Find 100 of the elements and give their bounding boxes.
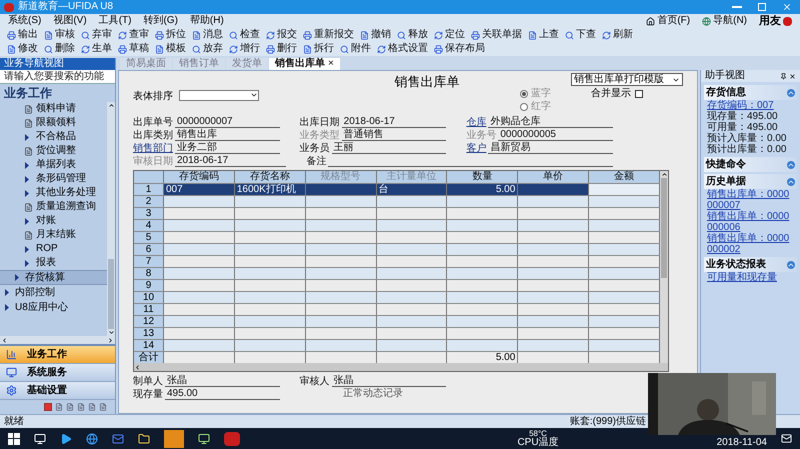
document-icon[interactable] <box>88 403 96 411</box>
folder-icon[interactable] <box>138 432 150 444</box>
table-row[interactable]: 12 <box>134 315 660 327</box>
u8-task-icon[interactable] <box>224 432 240 446</box>
tree-item[interactable]: 存货核算 <box>0 270 107 285</box>
notification-icon[interactable] <box>781 433 792 444</box>
table-row[interactable]: 6 <box>134 243 660 255</box>
toolbar-button[interactable]: 弃审 <box>78 28 115 42</box>
collapse-icon[interactable] <box>787 260 795 268</box>
app-task-icon[interactable] <box>164 430 184 448</box>
section-header[interactable]: 快捷命令 <box>704 157 797 172</box>
toolbar-button[interactable]: 审核 <box>41 28 78 42</box>
menu-item[interactable]: 视图(V) <box>53 16 87 26</box>
task-view-icon[interactable] <box>34 432 46 444</box>
document-icon[interactable] <box>55 403 63 411</box>
mail-icon[interactable] <box>112 432 124 444</box>
table-row[interactable]: 5 <box>134 231 660 243</box>
tree-item[interactable]: 质量追溯查询 <box>0 200 107 214</box>
toolbar-button[interactable]: 上查 <box>525 28 562 42</box>
section-header[interactable]: 业务状态报表 <box>704 257 797 272</box>
tree-item[interactable]: ROP <box>0 242 107 256</box>
toolbar-button[interactable]: 查审 <box>115 28 152 42</box>
template-select[interactable]: 销售出库单打印模版 <box>571 73 683 86</box>
scroll-up-icon[interactable] <box>108 102 114 109</box>
menu-item[interactable]: 转到(G) <box>143 16 178 26</box>
toolbar-button[interactable]: 格式设置 <box>374 42 431 56</box>
tree-item[interactable]: 限额领料 <box>0 116 107 130</box>
menu-item[interactable]: 系统(S) <box>8 16 42 26</box>
field-input[interactable]: 张晶 <box>332 376 446 387</box>
toolbar-button[interactable]: 拆位 <box>152 28 189 42</box>
search-field[interactable]: 请输入您要搜索的功能 <box>0 70 115 84</box>
table-row[interactable]: 10 <box>134 291 660 303</box>
merge-checkbox[interactable] <box>635 90 643 98</box>
scrollbar[interactable] <box>660 171 668 363</box>
maximize-button[interactable] <box>758 3 766 11</box>
field-input[interactable]: 0000000005 <box>498 130 614 141</box>
top-link[interactable]: 首页(F) <box>646 16 690 26</box>
tree-item[interactable]: 对账 <box>0 214 107 228</box>
table-row[interactable]: 14 <box>134 339 660 351</box>
expand-arrow-icon[interactable] <box>4 304 10 311</box>
tree-item[interactable]: 报表 <box>0 256 107 270</box>
toolbar-button[interactable]: 检查 <box>226 28 263 42</box>
toolbar-button[interactable]: 模板 <box>152 42 189 56</box>
collapse-icon[interactable] <box>787 88 795 96</box>
table-cell[interactable] <box>306 184 377 195</box>
field-input[interactable]: 0000000007 <box>175 117 280 128</box>
info-link[interactable]: 存货编码：007 <box>704 100 797 111</box>
table-row[interactable]: 2 <box>134 195 660 207</box>
document-icon[interactable] <box>77 403 85 411</box>
field-input[interactable]: 业务二部 <box>175 143 280 154</box>
table-row[interactable]: 9 <box>134 279 660 291</box>
scroll-right-icon[interactable] <box>107 336 114 344</box>
remote-desktop-icon[interactable] <box>198 432 210 444</box>
collapse-icon[interactable] <box>787 178 795 186</box>
nav-button[interactable]: 系统服务 <box>0 364 115 382</box>
toolbar-button[interactable]: 下查 <box>562 28 599 42</box>
horizontal-scrollbar[interactable] <box>134 363 668 371</box>
table-cell[interactable]: 1600K打印机 <box>234 184 306 195</box>
toolbar-button[interactable]: 生单 <box>78 42 115 56</box>
expand-arrow-icon[interactable] <box>4 289 10 296</box>
tree-item[interactable]: 领料申请 <box>0 102 107 116</box>
nav-button[interactable]: 业务工作 <box>0 346 115 364</box>
tree-item[interactable]: 内部控制 <box>0 285 107 300</box>
scrollbar[interactable] <box>107 102 115 336</box>
toolbar-button[interactable]: 撤销 <box>357 28 394 42</box>
toolbar-button[interactable]: 释放 <box>394 28 431 42</box>
browser-icon[interactable] <box>86 432 98 444</box>
field-input[interactable]: 外购品仓库 <box>488 117 614 128</box>
nav-button[interactable]: 基础设置 <box>0 382 115 400</box>
tree-item[interactable]: 条形码管理 <box>0 172 107 186</box>
toolbar-button[interactable]: 增行 <box>226 42 263 56</box>
field-input[interactable]: 2018-06-17 <box>175 156 286 167</box>
table-cell[interactable]: 5.00 <box>447 184 518 195</box>
section-header[interactable]: 历史单据 <box>704 174 797 189</box>
table-row[interactable]: 3 <box>134 207 660 219</box>
expand-arrow-icon[interactable] <box>24 134 30 140</box>
section-header[interactable]: 存货信息 <box>704 85 797 100</box>
table-cell[interactable]: 007 <box>164 184 235 195</box>
tree-item[interactable]: 单据列表 <box>0 158 107 172</box>
scroll-down-icon[interactable] <box>108 329 114 336</box>
document-icon[interactable] <box>66 403 74 411</box>
radio-button[interactable] <box>520 103 528 111</box>
radio-button[interactable] <box>520 90 528 98</box>
toolbar-button[interactable]: 消息 <box>189 28 226 42</box>
toolbar-button[interactable]: 修改 <box>4 42 41 56</box>
horizontal-scrollbar[interactable] <box>0 336 115 344</box>
toolbar-button[interactable]: 删除 <box>41 42 78 56</box>
windows-start-icon[interactable] <box>8 432 20 444</box>
toolbar-button[interactable]: 保存布局 <box>431 42 488 56</box>
table-row[interactable]: 8 <box>134 267 660 279</box>
toolbar-button[interactable]: 关联单据 <box>468 28 525 42</box>
info-link[interactable]: 销售出库单：0000000007 <box>704 189 797 211</box>
toolbar-button[interactable]: 刷新 <box>599 28 636 42</box>
scroll-left-icon[interactable] <box>134 364 141 370</box>
tree-item[interactable]: 月末结账 <box>0 228 107 242</box>
field-input[interactable]: 普通销售 <box>342 130 446 141</box>
media-player-icon[interactable] <box>60 432 72 444</box>
collapse-icon[interactable] <box>787 160 795 168</box>
top-link[interactable]: 导航(N) <box>702 16 747 26</box>
field-input[interactable]: 王丽 <box>332 143 446 154</box>
